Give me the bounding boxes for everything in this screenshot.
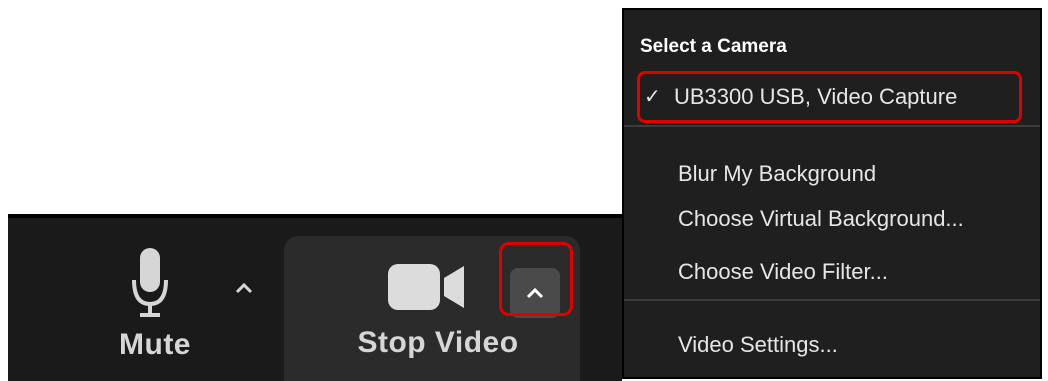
mute-label: Mute xyxy=(119,328,191,361)
caret-highlight-annotation xyxy=(499,242,573,316)
menu-item-video-filter[interactable]: Choose Video Filter... xyxy=(678,259,888,285)
menu-item-video-settings[interactable]: Video Settings... xyxy=(678,332,838,358)
menu-item-blur-background[interactable]: Blur My Background xyxy=(678,161,876,187)
menu-divider xyxy=(624,299,1040,301)
menu-divider xyxy=(624,125,1040,127)
microphone-icon xyxy=(132,248,168,317)
chevron-up-icon xyxy=(235,282,253,294)
camera-menu: Select a Camera ✓ UB3300 USB, Video Capt… xyxy=(622,8,1042,379)
menu-header: Select a Camera xyxy=(640,36,787,57)
video-camera-icon xyxy=(388,264,464,310)
camera-highlight-annotation xyxy=(637,71,1022,123)
menu-item-virtual-background[interactable]: Choose Virtual Background... xyxy=(678,206,964,232)
stop-video-label: Stop Video xyxy=(357,326,519,359)
audio-options-caret[interactable] xyxy=(220,264,268,312)
